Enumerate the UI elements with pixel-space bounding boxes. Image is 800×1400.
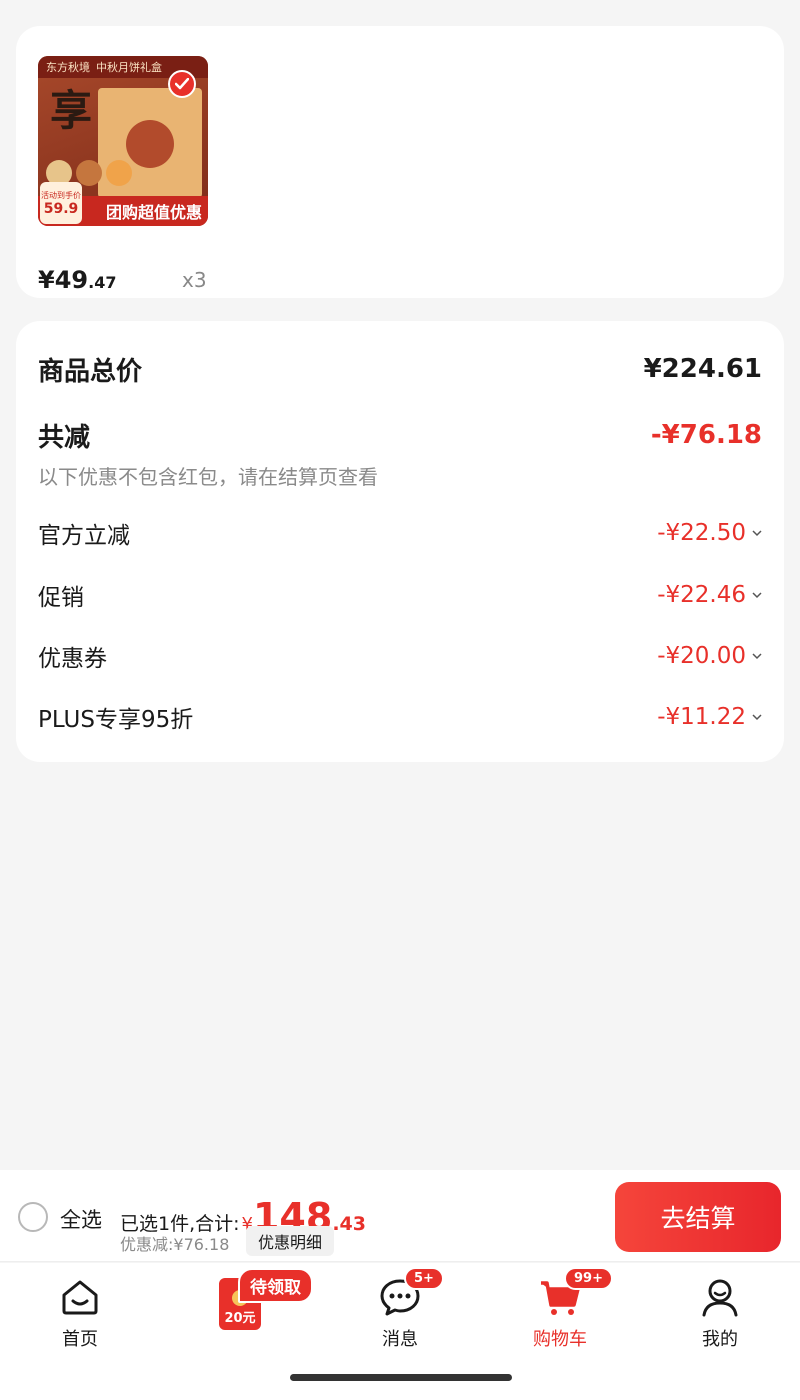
select-all-label[interactable]: 全选 — [60, 1204, 102, 1234]
discount-row-plus[interactable]: PLUS专享95折 -¥11.22 — [38, 700, 762, 734]
discount-row-coupon[interactable]: 优惠券 -¥20.00 — [38, 639, 762, 673]
reduction-note: 以下优惠不包含红包，请在结算页查看 — [38, 465, 378, 489]
total-reduction-value: -¥76.18 — [650, 420, 762, 450]
discount-label: 官方立减 — [38, 523, 130, 549]
thumb-calligraphy: 享 — [50, 86, 93, 135]
redpack-pending-badge[interactable]: 待领取 — [238, 1268, 313, 1303]
tab-home[interactable]: 首页 — [0, 1263, 160, 1351]
select-all-radio[interactable] — [18, 1202, 48, 1232]
thumb-title: 中秋月饼礼盒 — [96, 61, 162, 74]
discount-value: -¥22.46 — [657, 582, 762, 608]
cart-icon: 99+ — [538, 1267, 613, 1319]
checkout-button[interactable]: 去结算 — [615, 1182, 781, 1252]
redpack-amount: 20元 — [224, 1311, 256, 1326]
thumb-price-label: 活动到手价 — [41, 190, 81, 200]
home-indicator[interactable] — [290, 1374, 512, 1381]
home-icon — [62, 1280, 98, 1315]
total-reduction-label: 共减 — [38, 422, 91, 453]
price-summary-card: 商品总价 ¥224.61 共减 -¥76.18 以下优惠不包含红包，请在结算页查… — [16, 321, 784, 762]
product-price-dec: .47 — [88, 273, 117, 292]
discount-amount: -¥22.46 — [657, 582, 746, 608]
discount-label: PLUS专享95折 — [38, 707, 194, 733]
product-quantity: x3 — [182, 268, 207, 292]
product-thumbnail[interactable]: 东方秋境 中秋月饼礼盒 享 团购超值优惠 活动到手价 59.9 — [38, 56, 208, 226]
total-price-row: 商品总价 ¥224.61 — [38, 351, 762, 387]
discount-amount: -¥20.00 — [657, 643, 746, 669]
tab-me[interactable]: 我的 — [640, 1263, 800, 1351]
chevron-down-icon — [752, 592, 762, 599]
chevron-down-icon — [752, 714, 762, 721]
discount-row-promotion[interactable]: 促销 -¥22.46 — [38, 578, 762, 612]
discount-label: 促销 — [38, 585, 84, 611]
product-price: ¥49.47 — [38, 266, 116, 294]
thumb-price-tag: 活动到手价 59.9 — [40, 182, 82, 224]
message-icon: 5+ — [378, 1267, 444, 1319]
user-icon — [702, 1279, 738, 1317]
discount-value: -¥20.00 — [657, 643, 762, 669]
discount-amount: -¥22.50 — [657, 520, 746, 546]
discount-value: -¥22.50 — [657, 520, 762, 546]
discount-value: -¥11.22 — [657, 704, 762, 730]
discount-summary: 优惠减:¥76.18 — [120, 1235, 230, 1254]
tab-label: 购物车 — [533, 1329, 587, 1350]
checkout-bar: 全选 已选1件,合计: ¥ 148 .43 优惠减:¥76.18 优惠明细 去结… — [0, 1170, 800, 1262]
tab-messages[interactable]: 5+ 消息 — [320, 1263, 480, 1351]
discount-label: 优惠券 — [38, 646, 107, 672]
chevron-down-icon — [752, 653, 762, 660]
chevron-down-icon — [752, 530, 762, 537]
total-price-value: ¥224.61 — [643, 354, 762, 384]
discount-amount: -¥11.22 — [657, 704, 746, 730]
total-price-label: 商品总价 — [38, 356, 143, 387]
tab-label: 消息 — [382, 1329, 418, 1350]
check-icon[interactable] — [168, 70, 196, 98]
tab-label: 首页 — [62, 1329, 98, 1350]
thumb-moon — [126, 120, 174, 168]
thumb-price-value: 59.9 — [43, 200, 79, 217]
product-price-int: ¥49 — [38, 266, 89, 294]
discount-row-official[interactable]: 官方立减 -¥22.50 — [38, 516, 762, 550]
thumb-brand: 东方秋境 — [46, 61, 90, 74]
product-card: 东方秋境 中秋月饼礼盒 享 团购超值优惠 活动到手价 59.9 ¥49.47 x… — [16, 26, 784, 298]
total-dec: .43 — [332, 1213, 366, 1235]
cart-badge: 99+ — [564, 1267, 613, 1290]
discount-detail-button[interactable]: 优惠明细 — [246, 1226, 335, 1256]
total-reduction-row: 共减 -¥76.18 — [38, 417, 762, 453]
messages-badge: 5+ — [404, 1267, 444, 1290]
tab-cart[interactable]: 99+ 购物车 — [480, 1263, 640, 1351]
tab-label: 我的 — [702, 1329, 738, 1350]
